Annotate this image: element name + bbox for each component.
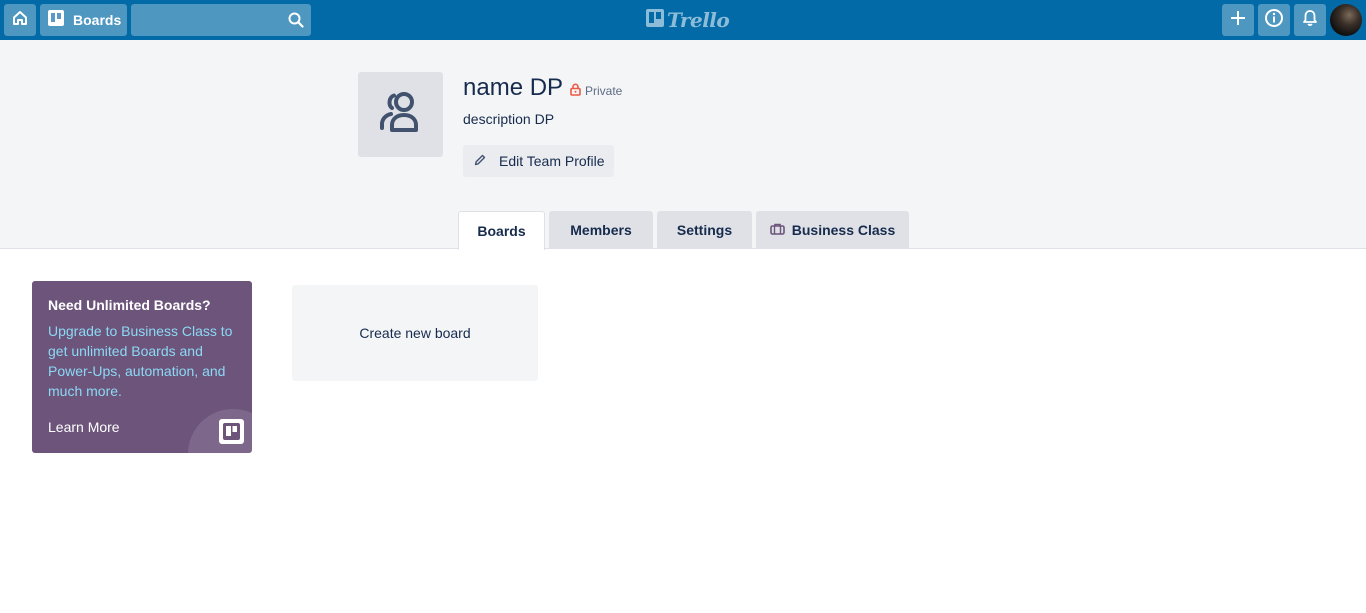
search-icon[interactable] [288,12,304,33]
tab-business-class-label: Business Class [791,222,896,238]
promo-title: Need Unlimited Boards? [48,297,211,313]
learn-more-link[interactable]: Learn More [48,419,120,435]
edit-team-profile-label: Edit Team Profile [499,153,605,169]
privacy-label: Private [585,84,623,98]
tab-boards-label: Boards [477,223,526,239]
boards-icon [48,9,64,31]
trello-logo-icon [646,8,664,32]
plus-icon [1229,9,1247,32]
tab-members[interactable]: Members [549,211,653,249]
trello-logo-text: Trello [667,8,730,32]
edit-team-profile-button[interactable]: Edit Team Profile [463,145,614,177]
create-new-board-tile[interactable]: Create new board [292,285,538,381]
tab-settings-label: Settings [676,222,733,238]
user-avatar[interactable] [1330,4,1362,36]
info-icon [1264,8,1284,33]
team-name: name DP [463,74,564,101]
bell-icon [1301,9,1319,32]
create-new-board-label: Create new board [359,325,471,341]
search-box[interactable] [131,4,311,36]
team-icon [377,90,425,139]
home-icon [11,9,29,32]
boards-button[interactable]: Boards [40,4,127,36]
boards-button-label: Boards [73,12,122,28]
home-button[interactable] [4,4,36,36]
privacy-indicator[interactable]: Private [570,83,622,99]
tab-settings[interactable]: Settings [657,211,752,249]
briefcase-icon [769,222,785,238]
search-input[interactable] [131,4,281,36]
team-profile-header: name DP Private description DP Edit Team… [0,40,1366,250]
team-description: description DP [463,111,555,127]
tab-business-class[interactable]: Business Class [756,211,909,249]
promo-body-link[interactable]: Upgrade to Business Class to get unlimit… [48,321,240,401]
notifications-button[interactable] [1294,4,1326,36]
top-header: Boards Trello [0,0,1366,40]
trello-badge-icon [219,419,244,444]
info-button[interactable] [1258,4,1290,36]
tab-boards[interactable]: Boards [458,211,545,250]
team-avatar [358,72,443,157]
trello-logo[interactable]: Trello [646,8,730,32]
pencil-icon [474,153,486,169]
lock-icon [570,83,581,99]
create-button[interactable] [1222,4,1254,36]
tab-members-label: Members [570,222,632,238]
upgrade-promo-card: Need Unlimited Boards? Upgrade to Busine… [32,281,252,453]
